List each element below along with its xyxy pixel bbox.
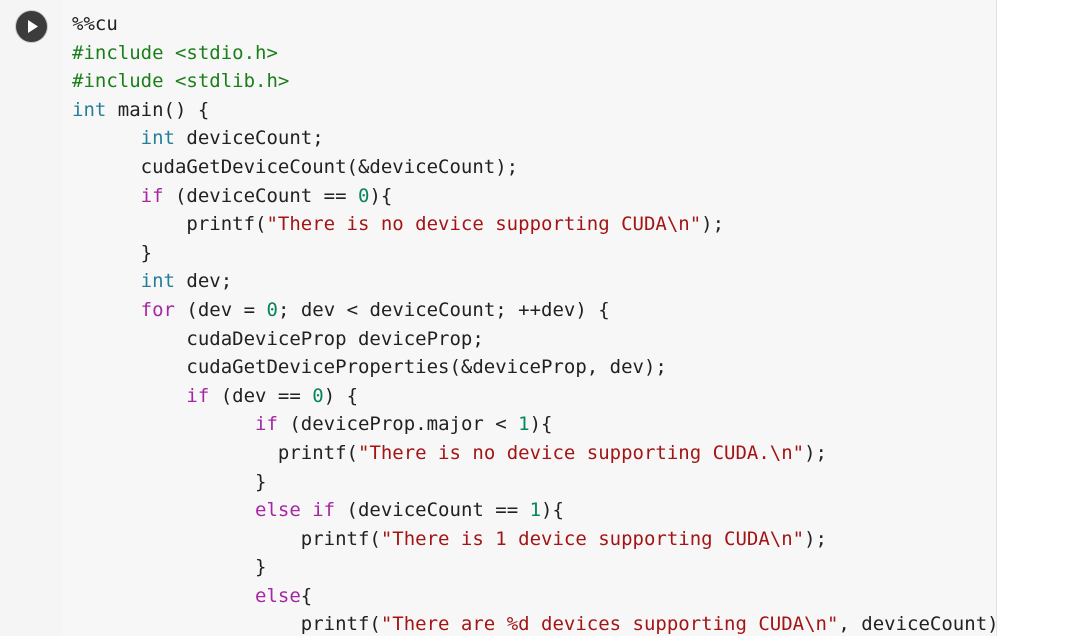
code-token: (deviceCount == bbox=[163, 184, 358, 207]
code-line: printf("There are %d devices supporting … bbox=[72, 610, 997, 636]
code-line: else{ bbox=[72, 582, 996, 611]
code-token: main() { bbox=[106, 98, 210, 121]
code-token: ){ bbox=[369, 184, 393, 207]
code-token: } bbox=[72, 470, 267, 493]
code-token: printf( bbox=[72, 441, 358, 464]
code-line: if (dev == 0) { bbox=[72, 382, 996, 411]
code-line: cudaDeviceProp deviceProp; bbox=[72, 325, 996, 354]
code-token: , deviceCount); bbox=[838, 613, 997, 636]
code-token: "There are %d devices supporting CUDA\n" bbox=[380, 613, 839, 636]
code-line: #include <stdio.h> bbox=[72, 39, 996, 68]
code-token: ) { bbox=[323, 384, 359, 407]
code-token: int bbox=[72, 98, 107, 121]
code-token: for bbox=[140, 298, 175, 321]
code-token: if bbox=[140, 184, 164, 207]
code-line: printf("There is no device supporting CU… bbox=[72, 439, 996, 468]
code-token: deviceCount; bbox=[174, 127, 324, 150]
code-line: cudaGetDeviceCount(&deviceCount); bbox=[72, 153, 996, 182]
code-line: cudaGetDeviceProperties(&deviceProp, dev… bbox=[72, 353, 996, 382]
code-line: if (deviceProp.major < 1){ bbox=[72, 410, 996, 439]
code-token: dev; bbox=[174, 270, 233, 293]
code-token: cudaGetDeviceCount(&deviceCount); bbox=[72, 155, 519, 178]
code-line: int deviceCount; bbox=[72, 124, 996, 153]
code-editor[interactable]: %%cu #include <stdio.h> #include <stdlib.h… bbox=[62, 0, 997, 636]
code-cell: %%cu #include <stdio.h> #include <stdlib.h… bbox=[0, 0, 1082, 636]
code-token: if bbox=[186, 384, 210, 407]
code-token: (deviceCount == bbox=[335, 499, 530, 522]
code-token: ){ bbox=[541, 499, 564, 522]
code-line: printf("There is no device supporting CU… bbox=[72, 210, 996, 239]
code-line: int dev; bbox=[72, 267, 996, 296]
code-token: (deviceProp.major < bbox=[277, 413, 519, 436]
code-token: (dev == bbox=[209, 384, 313, 407]
code-token: %%cu bbox=[72, 13, 118, 35]
code-token: 0 bbox=[358, 184, 370, 207]
code-token: if bbox=[255, 413, 278, 436]
cell-gutter bbox=[0, 0, 62, 636]
code-token: } bbox=[72, 556, 267, 579]
code-line: #include <stdlib.h> bbox=[72, 67, 996, 96]
cell-margin bbox=[997, 0, 1082, 636]
code-line: %%cu bbox=[72, 10, 996, 39]
code-line: printf("There is 1 device supporting CUD… bbox=[72, 525, 996, 554]
code-line: } bbox=[72, 553, 996, 582]
code-token: 0 bbox=[266, 298, 278, 321]
code-token: "There is no device supporting CUDA\n" bbox=[266, 213, 702, 236]
code-token: (dev = bbox=[174, 298, 267, 321]
code-token: "There is 1 device supporting CUDA\n" bbox=[380, 527, 805, 550]
code-token: ); bbox=[701, 213, 725, 236]
code-token: else if bbox=[255, 499, 336, 522]
play-icon bbox=[28, 20, 38, 33]
code-token: 0 bbox=[312, 384, 324, 407]
code-content[interactable]: %%cu #include <stdio.h> #include <stdlib.h… bbox=[72, 10, 997, 636]
code-token: printf( bbox=[72, 527, 381, 550]
code-token: cudaGetDeviceProperties(&deviceProp, dev… bbox=[72, 356, 667, 379]
code-token: 1 bbox=[518, 413, 530, 436]
code-token: ){ bbox=[529, 413, 553, 436]
code-line: } bbox=[72, 468, 996, 497]
code-token: { bbox=[300, 584, 313, 607]
code-token: ); bbox=[804, 527, 827, 550]
code-token: printf( bbox=[72, 213, 267, 236]
code-token: else bbox=[255, 584, 301, 607]
code-token: ; dev < deviceCount; ++dev) { bbox=[277, 298, 610, 321]
code-token: int bbox=[140, 127, 175, 150]
run-cell-button[interactable] bbox=[16, 11, 47, 42]
code-token: cudaDeviceProp deviceProp; bbox=[72, 327, 484, 350]
code-line: else if (deviceCount == 1){ bbox=[72, 496, 996, 525]
code-line: for (dev = 0; dev < deviceCount; ++dev) … bbox=[72, 296, 996, 325]
code-token: ); bbox=[804, 441, 827, 464]
code-line: } bbox=[72, 239, 996, 268]
code-line: if (deviceCount == 0){ bbox=[72, 182, 996, 211]
code-token: "There is no device supporting CUDA.\n" bbox=[357, 441, 805, 464]
code-token: #include <stdio.h> bbox=[72, 41, 278, 64]
code-token: 1 bbox=[529, 499, 542, 522]
code-token: #include <stdlib.h> bbox=[72, 70, 290, 93]
code-line: int main() { bbox=[72, 96, 996, 125]
code-token: printf( bbox=[72, 613, 381, 636]
code-token: int bbox=[140, 270, 175, 293]
code-token: } bbox=[72, 241, 153, 264]
